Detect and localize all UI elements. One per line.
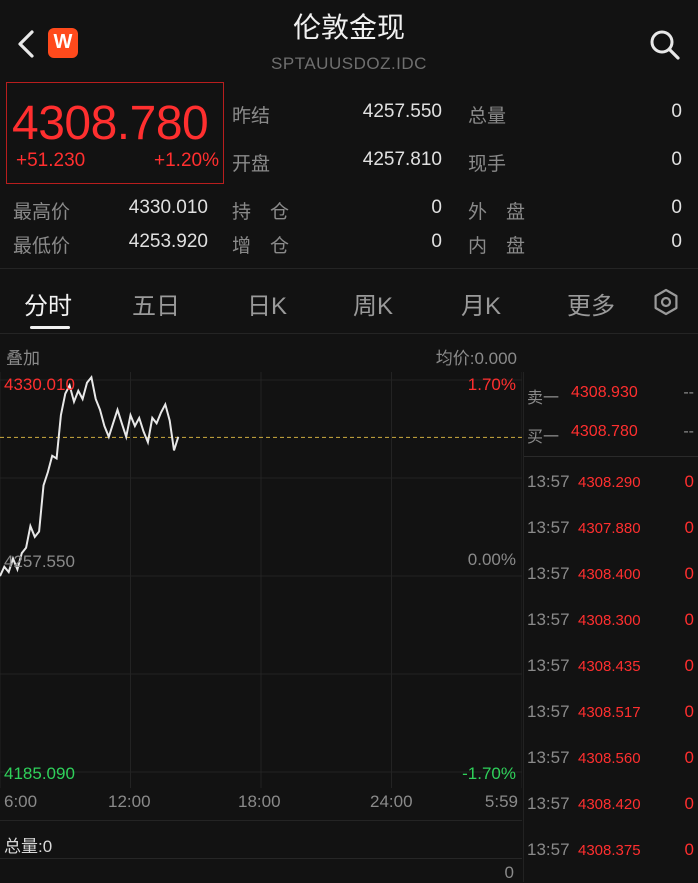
tick-time: 13:57	[527, 702, 570, 721]
position-label: 持 仓	[232, 202, 290, 223]
tick-price: 4308.290	[578, 474, 641, 491]
bid-label: 买一	[527, 429, 560, 446]
tick-time: 13:57	[527, 794, 570, 813]
tab-intraday[interactable]: 分时	[24, 286, 72, 321]
tab-daily-k[interactable]: 日K	[247, 286, 287, 321]
high-label: 最高价	[13, 202, 71, 223]
total-volume-value: 0	[671, 101, 682, 122]
chart-grid	[0, 372, 522, 788]
tick-row: 13:57 4308.290 0	[524, 470, 698, 500]
active-tab-indicator	[30, 326, 70, 329]
high-value: 4330.010	[128, 197, 208, 218]
divider	[0, 268, 698, 269]
y-axis-min-label: 4185.090	[4, 764, 75, 783]
x-tick-label: 18:00	[238, 792, 281, 811]
ask-quantity: --	[683, 384, 694, 401]
current-hand-value: 0	[671, 149, 682, 170]
tick-price: 4308.560	[578, 750, 641, 767]
prev-close-label: 昨结	[232, 106, 271, 127]
settings-icon[interactable]	[652, 288, 680, 316]
tick-time: 13:57	[527, 610, 570, 629]
tick-price: 4308.420	[578, 796, 641, 813]
outer-value: 0	[671, 197, 682, 218]
tick-time: 13:57	[527, 472, 570, 491]
low-label: 最低价	[13, 236, 71, 257]
divider	[524, 456, 698, 457]
open-value: 4257.810	[362, 149, 442, 170]
search-icon[interactable]	[647, 27, 683, 63]
average-price: 均价:0.000	[435, 349, 517, 368]
tick-row: 13:57 4308.400 0	[524, 562, 698, 592]
volume-panel	[0, 858, 522, 883]
y-axis-max-label: 4330.010	[4, 375, 75, 394]
tick-volume: 0	[684, 794, 694, 813]
tick-price: 4307.880	[578, 520, 641, 537]
inner-label: 内 盘	[468, 236, 526, 257]
tick-price: 4308.375	[578, 842, 641, 859]
outer-label: 外 盘	[468, 202, 526, 223]
price-line	[0, 375, 180, 577]
tick-row: 13:57 4308.517 0	[524, 700, 698, 730]
pct-axis-mid-label: 0.00%	[467, 550, 516, 569]
tick-volume: 0	[684, 702, 694, 721]
tick-time: 13:57	[527, 748, 570, 767]
tick-row: 13:57 4308.560 0	[524, 746, 698, 776]
tick-time: 13:57	[527, 656, 570, 675]
volume-total: 总量:0	[4, 837, 53, 856]
bid-price: 4308.780	[571, 423, 638, 440]
tick-volume: 0	[684, 610, 694, 629]
position-value: 0	[431, 197, 442, 218]
tick-volume: 0	[684, 518, 694, 537]
x-tick-label: 6:00	[4, 792, 38, 811]
tick-volume: 0	[684, 748, 694, 767]
page-title: 伦敦金现	[292, 12, 405, 43]
y-axis-mid-label: 4257.550	[4, 552, 75, 571]
tick-time: 13:57	[527, 564, 570, 583]
low-value: 4253.920	[128, 231, 208, 252]
tick-volume: 0	[684, 840, 694, 859]
tab-five-day[interactable]: 五日	[132, 286, 180, 321]
tick-price: 4308.435	[578, 658, 641, 675]
tick-volume: 0	[684, 472, 694, 491]
price-change-pct: +1.20%	[154, 150, 219, 171]
x-tick-label: 5:59	[484, 792, 518, 811]
prev-close-value: 4257.550	[362, 101, 442, 122]
tick-volume: 0	[684, 656, 694, 675]
tick-row: 13:57 4307.880 0	[524, 516, 698, 546]
divider	[0, 333, 698, 334]
bid-quantity: --	[683, 423, 694, 440]
total-volume-label: 总量	[468, 106, 507, 127]
tick-row: 13:57 4308.300 0	[524, 608, 698, 638]
ask-price: 4308.930	[571, 384, 638, 401]
tick-row: 13:57 4308.435 0	[524, 654, 698, 684]
x-tick-label: 24:00	[370, 792, 413, 811]
tick-price: 4308.300	[578, 612, 641, 629]
tick-volume: 0	[684, 564, 694, 583]
pct-axis-max-label: 1.70%	[467, 375, 516, 394]
tick-price: 4308.517	[578, 704, 641, 721]
pct-axis-min-label: -1.70%	[462, 764, 516, 783]
open-label: 开盘	[232, 154, 271, 175]
tick-price: 4308.400	[578, 566, 641, 583]
volume-axis-label: 0	[504, 863, 514, 882]
tick-time: 13:57	[527, 518, 570, 537]
x-tick-label: 12:00	[108, 792, 151, 811]
price-change: +51.230	[16, 150, 86, 171]
add-position-label: 增 仓	[232, 236, 290, 257]
inner-value: 0	[671, 231, 682, 252]
tick-time: 13:57	[527, 840, 570, 859]
last-price: 4308.780	[12, 97, 209, 150]
intraday-chart[interactable]	[0, 372, 522, 788]
ask-label: 卖一	[527, 390, 560, 407]
current-hand-label: 现手	[468, 154, 507, 175]
divider	[0, 820, 522, 821]
add-position-value: 0	[431, 231, 442, 252]
tab-weekly-k[interactable]: 周K	[353, 286, 393, 321]
tick-row: 13:57 4308.420 0	[524, 792, 698, 822]
overlay-button[interactable]: 叠加	[6, 344, 40, 369]
tab-more[interactable]: 更多	[567, 286, 615, 321]
instrument-code: SPTAUUSDOZ.IDC	[271, 54, 427, 73]
tick-row: 13:57 4308.375 0	[524, 838, 698, 868]
tab-monthly-k[interactable]: 月K	[461, 286, 501, 321]
